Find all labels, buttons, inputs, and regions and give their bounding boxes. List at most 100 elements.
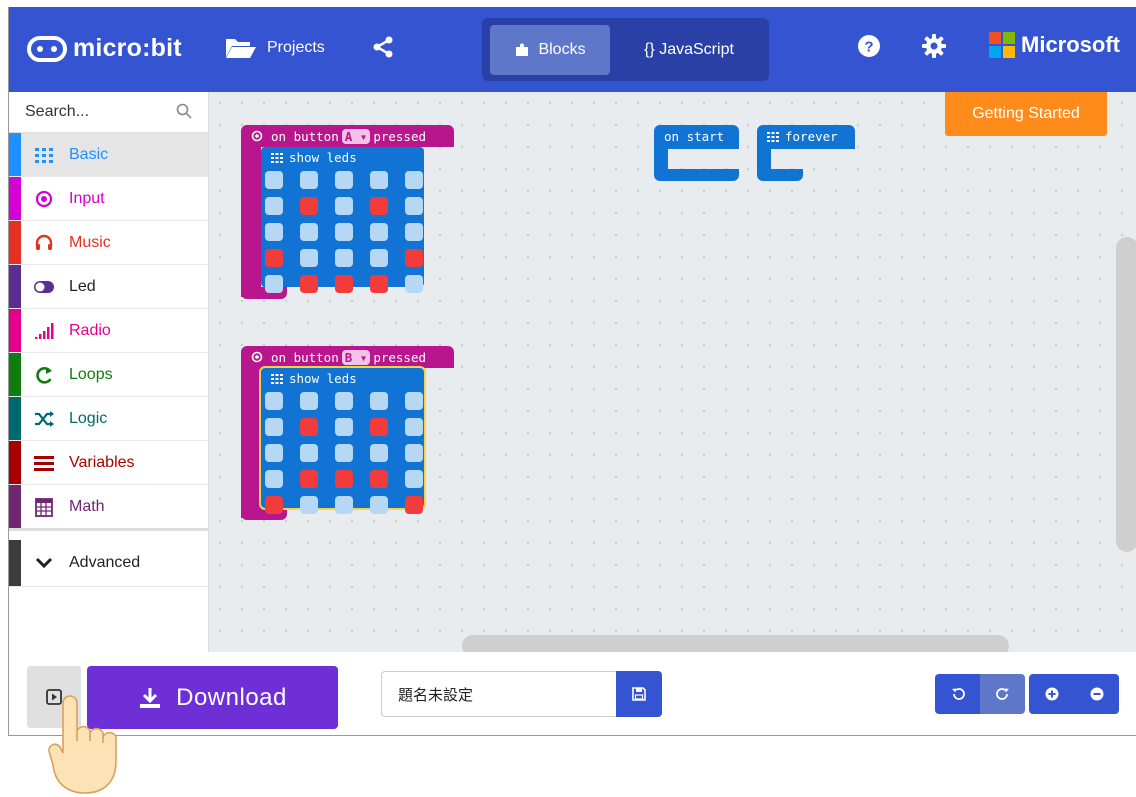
- led-on[interactable]: [370, 418, 388, 436]
- block-hat: on button A ▾ pressed: [241, 125, 454, 147]
- category-music[interactable]: Music: [9, 221, 208, 265]
- category-advanced[interactable]: Advanced: [9, 540, 208, 587]
- hat-prefix: on button: [271, 128, 339, 144]
- led-off[interactable]: [370, 444, 388, 462]
- tab-javascript[interactable]: {} JavaScript: [614, 25, 764, 75]
- download-label: Download: [176, 683, 287, 711]
- category-radio[interactable]: Radio: [9, 309, 208, 353]
- led-on[interactable]: [300, 470, 318, 488]
- led-off[interactable]: [335, 197, 353, 215]
- category-logic[interactable]: Logic: [9, 397, 208, 441]
- led-off[interactable]: [300, 496, 318, 514]
- led-off[interactable]: [265, 392, 283, 410]
- led-off[interactable]: [265, 275, 283, 293]
- led-off[interactable]: [405, 444, 423, 462]
- led-off[interactable]: [370, 496, 388, 514]
- projects-button[interactable]: Projects: [225, 37, 325, 59]
- led-on[interactable]: [335, 470, 353, 488]
- led-off[interactable]: [405, 418, 423, 436]
- led-off[interactable]: [265, 197, 283, 215]
- led-on[interactable]: [335, 275, 353, 293]
- share-button[interactable]: [371, 35, 395, 64]
- toolbox-search[interactable]: Search...: [9, 92, 208, 133]
- led-on[interactable]: [370, 275, 388, 293]
- undo-button[interactable]: [935, 674, 980, 714]
- button-dropdown[interactable]: B ▾: [341, 349, 371, 365]
- microbit-logo[interactable]: micro:bit: [27, 34, 182, 63]
- category-label: Loops: [69, 365, 113, 383]
- svg-text:?: ?: [864, 39, 873, 56]
- led-off[interactable]: [300, 444, 318, 462]
- led-on[interactable]: [405, 249, 423, 267]
- led-off[interactable]: [335, 249, 353, 267]
- search-input[interactable]: Search...: [25, 103, 89, 121]
- blocks-workspace[interactable]: Getting Started on button A ▾ pressed sh…: [209, 92, 1136, 657]
- led-off[interactable]: [335, 223, 353, 241]
- category-basic[interactable]: Basic: [9, 133, 208, 177]
- category-math[interactable]: Math: [9, 485, 208, 531]
- vertical-scrollbar[interactable]: [1116, 237, 1136, 552]
- led-off[interactable]: [405, 197, 423, 215]
- getting-started-button[interactable]: Getting Started: [945, 92, 1107, 136]
- save-button[interactable]: [616, 671, 662, 717]
- led-grid: [265, 392, 423, 514]
- led-off[interactable]: [335, 392, 353, 410]
- led-off[interactable]: [335, 444, 353, 462]
- floppy-disk-icon: [632, 687, 646, 701]
- button-dropdown[interactable]: A ▾: [341, 128, 371, 144]
- redo-button[interactable]: [980, 674, 1025, 714]
- help-button[interactable]: ?: [857, 34, 881, 63]
- share-icon: [373, 36, 393, 58]
- led-on[interactable]: [265, 249, 283, 267]
- tab-blocks[interactable]: Blocks: [490, 25, 610, 75]
- led-off[interactable]: [265, 418, 283, 436]
- logo-text: micro:bit: [73, 34, 182, 62]
- led-on[interactable]: [300, 418, 318, 436]
- category-variables[interactable]: Variables: [9, 441, 208, 485]
- led-off[interactable]: [405, 223, 423, 241]
- led-off[interactable]: [265, 223, 283, 241]
- led-off[interactable]: [300, 392, 318, 410]
- category-color-bar: [9, 221, 21, 264]
- led-off[interactable]: [335, 496, 353, 514]
- zoom-in-button[interactable]: [1029, 674, 1074, 714]
- led-off[interactable]: [300, 249, 318, 267]
- led-on[interactable]: [370, 197, 388, 215]
- led-off[interactable]: [335, 418, 353, 436]
- category-color-bar: [9, 397, 21, 440]
- category-input[interactable]: Input: [9, 177, 208, 221]
- category-label: Music: [69, 233, 111, 251]
- led-off[interactable]: [370, 171, 388, 189]
- category-led[interactable]: Led: [9, 265, 208, 309]
- category-label: Logic: [69, 409, 108, 427]
- led-on[interactable]: [370, 470, 388, 488]
- led-off[interactable]: [370, 223, 388, 241]
- led-off[interactable]: [405, 470, 423, 488]
- led-off[interactable]: [405, 275, 423, 293]
- microsoft-logo[interactable]: Microsoft: [989, 32, 1120, 58]
- led-off[interactable]: [265, 470, 283, 488]
- led-on[interactable]: [265, 496, 283, 514]
- led-off[interactable]: [370, 249, 388, 267]
- led-off[interactable]: [300, 223, 318, 241]
- category-color-bar: [9, 177, 21, 220]
- category-loops[interactable]: Loops: [9, 353, 208, 397]
- settings-button[interactable]: [922, 34, 946, 63]
- led-off[interactable]: [405, 392, 423, 410]
- led-off[interactable]: [265, 171, 283, 189]
- led-on[interactable]: [300, 197, 318, 215]
- tab-javascript-label: {} JavaScript: [644, 41, 734, 58]
- led-off[interactable]: [405, 171, 423, 189]
- gear-icon: [922, 34, 946, 58]
- led-on[interactable]: [300, 275, 318, 293]
- show-leds-block[interactable]: show leds: [261, 147, 424, 293]
- led-grid: [265, 171, 423, 293]
- led-off[interactable]: [370, 392, 388, 410]
- led-off[interactable]: [265, 444, 283, 462]
- led-off[interactable]: [335, 171, 353, 189]
- show-leds-block[interactable]: show leds: [259, 366, 426, 514]
- project-name-input[interactable]: 題名未設定: [381, 671, 616, 717]
- led-off[interactable]: [300, 171, 318, 189]
- zoom-out-button[interactable]: [1074, 674, 1119, 714]
- led-on[interactable]: [405, 496, 423, 514]
